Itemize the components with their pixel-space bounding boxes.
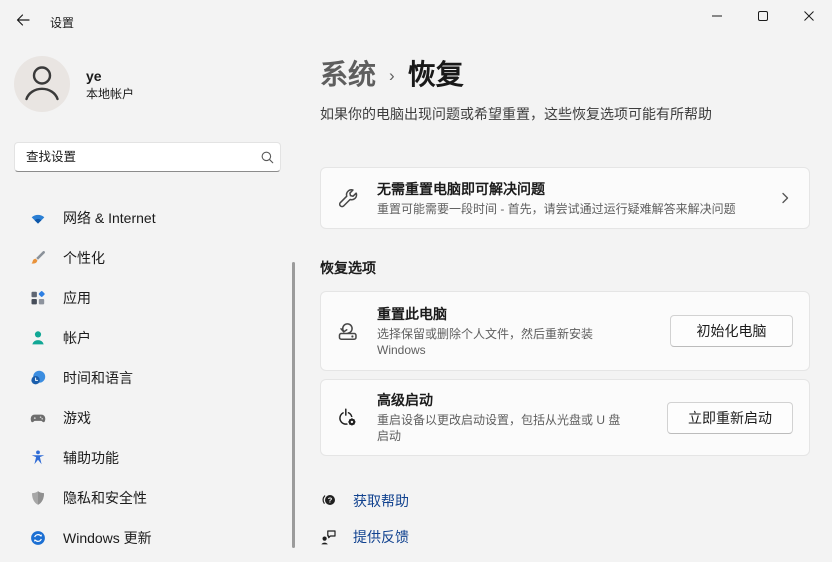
reset-pc-description: 选择保留或删除个人文件，然后重新安装 Windows (377, 326, 594, 357)
account-name: ye (86, 67, 102, 84)
page-title: 恢复 (407, 59, 464, 90)
power-gear-icon (337, 407, 359, 429)
sidebar-item-accounts[interactable]: 帐户 (0, 318, 290, 358)
sidebar-item-personalization[interactable]: 个性化 (0, 238, 290, 278)
troubleshoot-text: 无需重置电脑即可解决问题 重置可能需要一段时间 - 首先，请尝试通过运行疑难解答… (377, 169, 777, 228)
sidebar-item-privacy[interactable]: 隐私和安全性 (0, 478, 290, 518)
help-chat-icon: ? (320, 492, 338, 510)
back-button[interactable] (8, 7, 38, 37)
search-box[interactable] (14, 142, 281, 172)
apps-icon (30, 290, 46, 306)
sidebar-item-network[interactable]: 网络 & Internet (0, 198, 290, 238)
sidebar-item-label: 个性化 (63, 250, 105, 266)
sidebar-item-windows-update[interactable]: Windows 更新 (0, 518, 290, 558)
person-icon (30, 330, 46, 346)
reset-pc-text: 重置此电脑 选择保留或删除个人文件，然后重新安装 Windows (377, 294, 670, 369)
titlebar: 设置 (0, 0, 832, 44)
close-button[interactable] (786, 0, 832, 36)
sidebar-item-label: 应用 (63, 290, 91, 306)
sidebar-nav: 网络 & Internet 个性化 应用 帐户 时间和语言 游戏 辅助功能 隐私… (0, 198, 290, 558)
advanced-startup-title: 高级启动 (377, 392, 433, 408)
advanced-startup-text: 高级启动 重启设备以更改启动设置，包括从光盘或 U 盘启动 (377, 380, 667, 455)
shield-icon (30, 490, 46, 506)
search-input[interactable] (15, 150, 254, 164)
sidebar-item-label: 时间和语言 (63, 370, 133, 386)
advanced-startup-description: 重启设备以更改启动设置，包括从光盘或 U 盘启动 (377, 413, 621, 443)
give-feedback-label: 提供反馈 (353, 529, 409, 545)
page-description: 如果你的电脑出现问题或希望重置，这些恢复选项可能有所帮助 (320, 106, 712, 122)
sidebar-item-label: 游戏 (63, 410, 91, 426)
give-feedback-link[interactable]: 提供反馈 (320, 526, 810, 548)
main-content: 系统 › 恢复 如果你的电脑出现问题或希望重置，这些恢复选项可能有所帮助 无需重… (320, 44, 810, 562)
get-help-label: 获取帮助 (353, 493, 409, 509)
wrench-icon (337, 187, 359, 209)
account-type: 本地帐户 (86, 86, 135, 101)
gamepad-icon (30, 410, 46, 426)
breadcrumb-parent[interactable]: 系统 (320, 57, 376, 93)
close-icon (803, 9, 815, 27)
get-help-link[interactable]: ? 获取帮助 (320, 490, 810, 512)
window-title: 设置 (50, 15, 75, 30)
svg-text:?: ? (328, 496, 333, 505)
sidebar-item-label: 帐户 (63, 330, 91, 346)
maximize-button[interactable] (740, 0, 786, 36)
restart-now-button[interactable]: 立即重新启动 (667, 401, 793, 434)
sidebar-item-label: 隐私和安全性 (63, 490, 147, 506)
footer-links: ? 获取帮助 提供反馈 (320, 490, 810, 548)
sidebar-item-label: Windows 更新 (63, 530, 152, 546)
feedback-icon (320, 528, 338, 546)
reset-pc-icon (337, 320, 359, 342)
account-text: ye 本地帐户 (86, 67, 134, 102)
sidebar-item-gaming[interactable]: 游戏 (0, 398, 290, 438)
troubleshoot-description: 重置可能需要一段时间 - 首先，请尝试通过运行疑难解答来解决问题 (377, 201, 736, 216)
sidebar-item-accessibility[interactable]: 辅助功能 (0, 438, 290, 478)
reset-pc-title: 重置此电脑 (377, 305, 447, 322)
window-controls (694, 0, 832, 36)
sidebar-item-time-language[interactable]: 时间和语言 (0, 358, 290, 398)
sidebar-item-label: 网络 & Internet (63, 210, 156, 226)
chevron-right-icon (777, 190, 793, 206)
update-icon (30, 530, 46, 546)
search-icon[interactable] (254, 150, 280, 165)
breadcrumb: 系统 › 恢复 (320, 56, 810, 94)
sidebar: ye 本地帐户 网络 & Internet 个性化 应用 (0, 44, 300, 562)
paintbrush-icon (30, 250, 46, 266)
minimize-icon (711, 9, 723, 27)
sidebar-item-label: 辅助功能 (63, 450, 119, 466)
clock-globe-icon (30, 370, 46, 386)
wifi-icon (30, 210, 46, 226)
maximize-icon (757, 9, 769, 27)
account-header: ye 本地帐户 (0, 44, 300, 112)
troubleshoot-title: 无需重置电脑即可解决问题 (377, 180, 545, 197)
avatar (14, 56, 70, 112)
advanced-startup-card: 高级启动 重启设备以更改启动设置，包括从光盘或 U 盘启动 立即重新启动 (320, 379, 810, 456)
minimize-button[interactable] (694, 0, 740, 36)
troubleshoot-card[interactable]: 无需重置电脑即可解决问题 重置可能需要一段时间 - 首先，请尝试通过运行疑难解答… (320, 167, 810, 229)
reset-pc-button[interactable]: 初始化电脑 (670, 315, 793, 347)
person-outline-icon (14, 54, 70, 115)
accessibility-icon (30, 450, 46, 466)
sidebar-scrollbar[interactable] (292, 262, 295, 548)
breadcrumb-separator-icon: › (389, 66, 395, 85)
reset-pc-card: 重置此电脑 选择保留或删除个人文件，然后重新安装 Windows 初始化电脑 (320, 291, 810, 371)
sidebar-item-apps[interactable]: 应用 (0, 278, 290, 318)
back-arrow-icon (15, 12, 31, 33)
recovery-options-header: 恢复选项 (320, 260, 376, 276)
